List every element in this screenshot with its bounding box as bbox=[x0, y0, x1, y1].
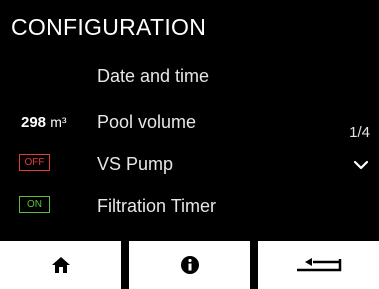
menu-item-pool-volume[interactable]: 298 m³ Pool volume bbox=[0, 110, 379, 138]
back-arrow-icon bbox=[296, 258, 341, 272]
info-button[interactable] bbox=[129, 241, 250, 289]
footer-toolbar bbox=[0, 241, 379, 289]
menu-item-label: Filtration Timer bbox=[97, 196, 217, 216]
menu-item-vs-pump[interactable]: OFF VS Pump bbox=[0, 152, 379, 180]
menu-item-filtration-timer[interactable]: ON Filtration Timer bbox=[0, 194, 379, 222]
menu-item-label: Pool volume bbox=[97, 112, 197, 132]
menu-item-label: VS Pump bbox=[97, 154, 174, 174]
home-button[interactable] bbox=[0, 241, 121, 289]
info-icon bbox=[180, 256, 199, 274]
back-button[interactable] bbox=[258, 241, 379, 289]
pool-volume-value: 298 m³ bbox=[21, 114, 67, 131]
pool-volume-unit: m³ bbox=[50, 114, 67, 130]
page-indicator: 1/4 bbox=[349, 124, 370, 141]
status-badge-on: ON bbox=[19, 196, 50, 213]
menu-item-label: Date and time bbox=[97, 66, 210, 86]
home-icon bbox=[51, 257, 70, 273]
page-title: CONFIGURATION bbox=[11, 14, 207, 40]
chevron-down-icon[interactable] bbox=[353, 158, 369, 176]
menu-item-date-time[interactable]: Date and time bbox=[0, 64, 379, 92]
status-badge-off: OFF bbox=[19, 154, 50, 171]
